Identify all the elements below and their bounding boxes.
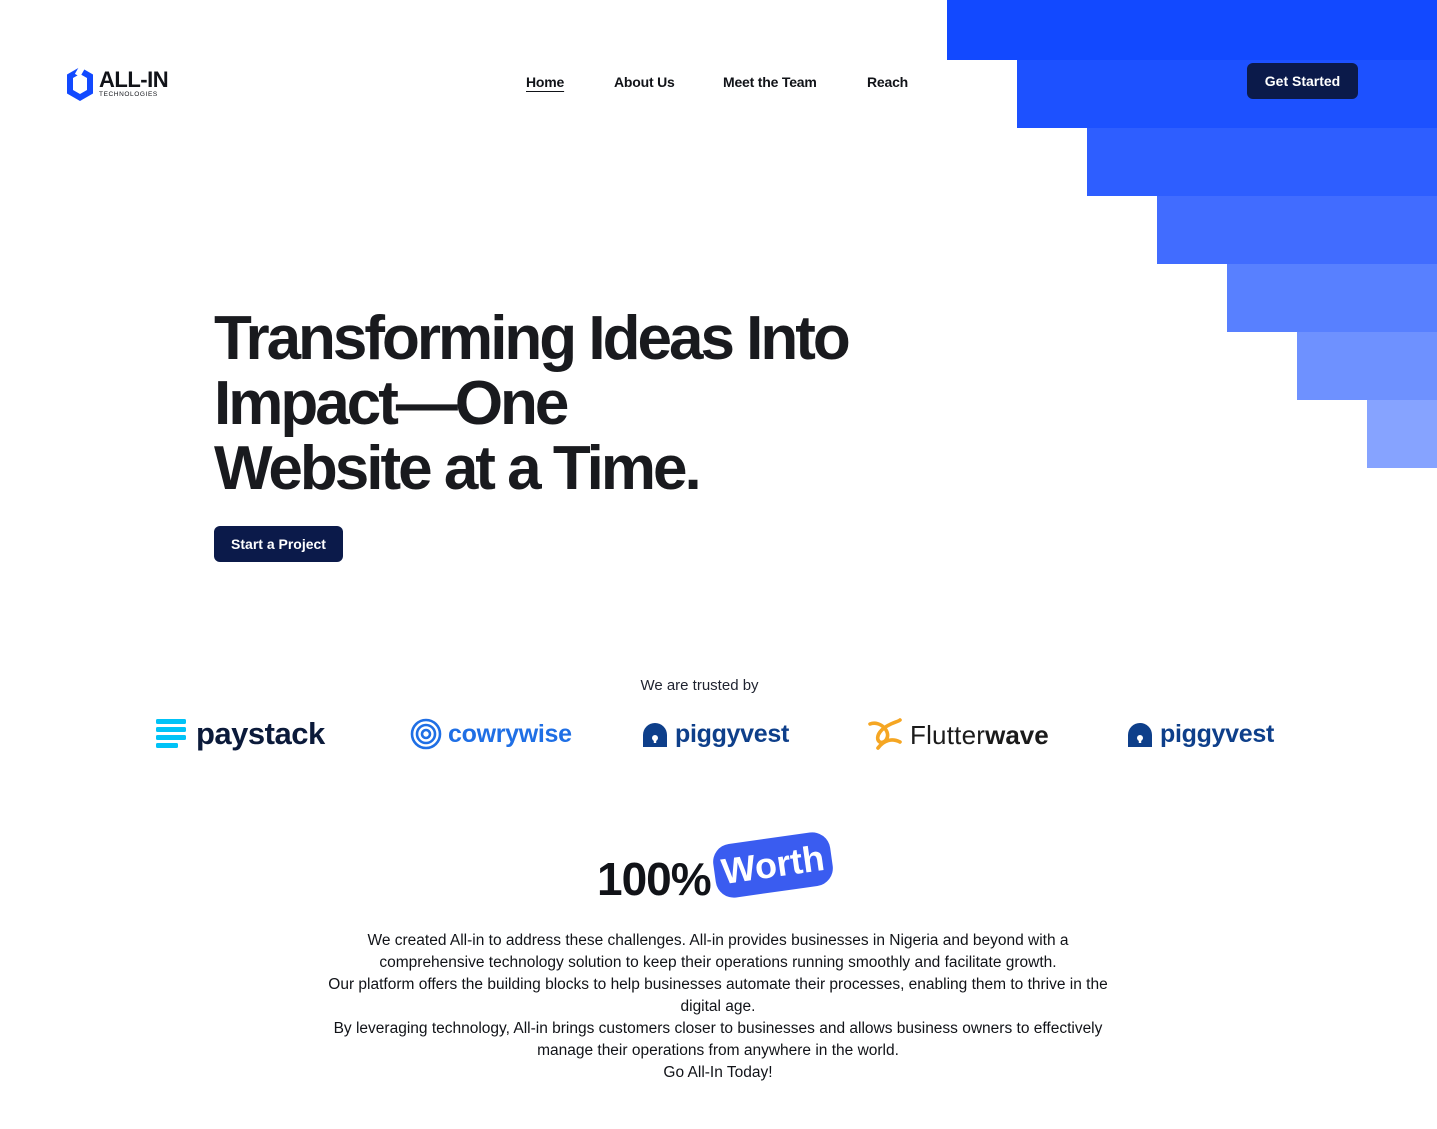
flutterwave-logo: Flutter wave: [866, 718, 1049, 752]
get-started-button[interactable]: Get Started: [1247, 63, 1358, 99]
piggyvest-logo: piggyvest: [1126, 719, 1274, 749]
about-paragraph-1: We created All-in to address these chall…: [367, 932, 1069, 971]
decor-step-1: [947, 0, 1437, 60]
decor-step-5: [1227, 264, 1437, 332]
decor-step-3: [1087, 128, 1437, 196]
trusted-by-label: We are trusted by: [640, 677, 759, 694]
flutterwave-wordmark-light: Flutter: [910, 719, 986, 750]
logo-tagline: TECHNOLOGIES: [99, 91, 158, 99]
hero-title-line-1: Transforming Ideas Into: [214, 304, 851, 373]
piggyvest-logo-icon: [641, 719, 669, 749]
flutterwave-logo-icon: [866, 718, 904, 752]
nav-team-link[interactable]: Meet the Team: [723, 74, 817, 90]
piggyvest-wordmark: piggyvest: [675, 719, 789, 748]
piggyvest-wordmark: piggyvest: [1160, 719, 1274, 748]
hero-title: Transforming Ideas Into Impact—One Websi…: [214, 306, 934, 501]
hero-title-line-2: Impact—One: [214, 369, 569, 438]
worth-stat: 100%: [597, 853, 712, 905]
cowrywise-wordmark: cowrywise: [448, 719, 572, 748]
paystack-logo-icon: [156, 718, 186, 750]
allin-logo-icon: [66, 66, 94, 102]
about-paragraph-2: Our platform offers the building blocks …: [328, 976, 1108, 1015]
cowrywise-logo-icon: [410, 718, 442, 750]
piggyvest-logo-icon: [1126, 719, 1154, 749]
nav-about-link[interactable]: About Us: [614, 74, 675, 90]
paystack-logo: paystack: [156, 716, 325, 752]
start-project-button[interactable]: Start a Project: [214, 526, 343, 562]
decor-step-7: [1367, 400, 1437, 468]
piggyvest-logo: piggyvest: [641, 719, 789, 749]
decor-step-4: [1157, 196, 1437, 264]
nav-home-link[interactable]: Home: [526, 74, 564, 90]
paystack-wordmark: paystack: [196, 716, 325, 751]
flutterwave-wordmark-bold: wave: [985, 719, 1049, 750]
about-paragraph-3: By leveraging technology, All-in brings …: [333, 1020, 1103, 1059]
decor-step-2: [1017, 60, 1437, 128]
cowrywise-logo: cowrywise: [410, 718, 572, 750]
logo-wordmark: ALL-IN: [99, 67, 169, 93]
worth-badge: Worth: [710, 830, 836, 900]
site-logo[interactable]: ALL-IN TECHNOLOGIES: [66, 66, 169, 102]
decor-step-6: [1297, 332, 1437, 400]
nav-reach-link[interactable]: Reach: [867, 74, 908, 90]
about-paragraph-4: Go All-In Today!: [663, 1064, 773, 1081]
about-text: We created All-in to address these chall…: [318, 930, 1118, 1084]
hero-title-line-3: Website at a Time.: [214, 434, 702, 503]
